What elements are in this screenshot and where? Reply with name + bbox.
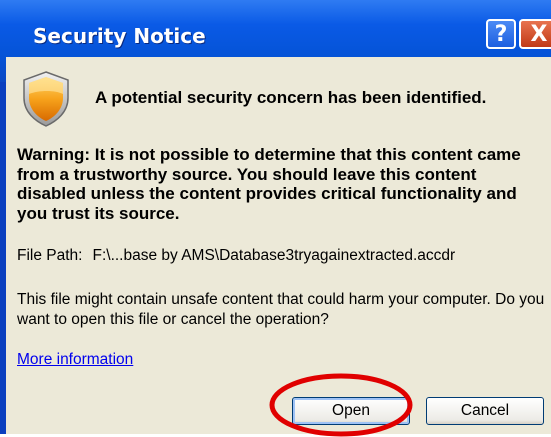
security-shield-icon bbox=[23, 71, 69, 127]
close-icon: X bbox=[530, 21, 548, 47]
dialog-title: Security Notice bbox=[33, 24, 206, 48]
file-path-value: F:\...base by AMS\Database3tryagainextra… bbox=[92, 247, 456, 264]
security-notice-dialog: Security Notice ? X A potential security… bbox=[0, 0, 551, 437]
file-path-row: File Path: F:\...base by AMS\Database3try… bbox=[17, 247, 455, 265]
unsafe-content-message: This file might contain unsafe content t… bbox=[17, 291, 545, 328]
concern-headline: A potential security concern has been id… bbox=[95, 88, 487, 107]
cancel-button[interactable]: Cancel bbox=[426, 397, 544, 425]
dialog-body bbox=[6, 57, 551, 434]
open-button[interactable]: Open bbox=[292, 397, 410, 425]
warning-text: Warning: It is not possible to determine… bbox=[17, 145, 521, 223]
close-button[interactable]: X bbox=[519, 19, 551, 49]
help-button[interactable]: ? bbox=[486, 19, 516, 49]
more-information-link[interactable]: More information bbox=[17, 351, 133, 369]
file-path-label: File Path: bbox=[17, 247, 83, 264]
help-icon: ? bbox=[494, 21, 508, 47]
cancel-button-label: Cancel bbox=[460, 402, 510, 419]
open-button-label: Open bbox=[332, 402, 370, 419]
